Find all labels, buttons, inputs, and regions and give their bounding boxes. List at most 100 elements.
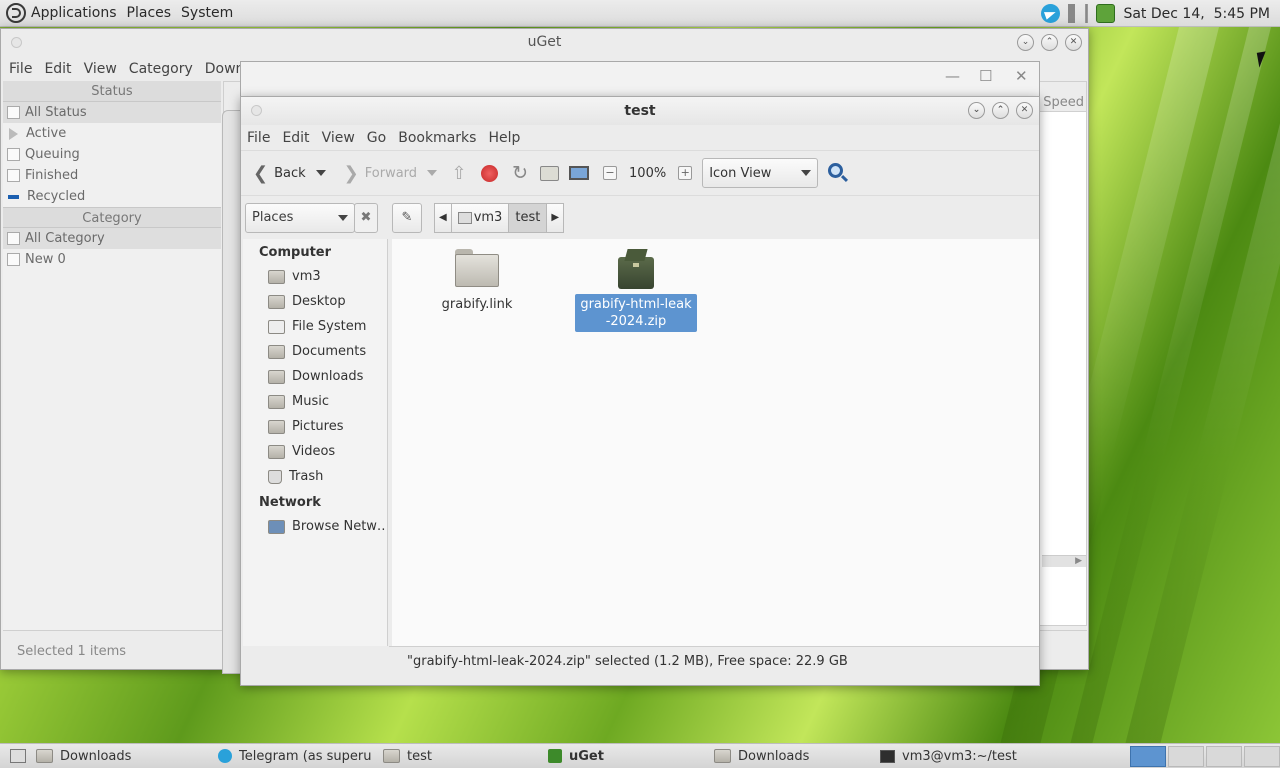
up-icon[interactable]: ⇧ bbox=[449, 163, 469, 184]
path-scroll-right[interactable]: ▶ bbox=[547, 202, 565, 233]
status-finished[interactable]: Finished bbox=[3, 165, 221, 186]
sidebar-mode-select[interactable]: Places bbox=[245, 202, 355, 233]
place-videos[interactable]: Videos bbox=[243, 439, 387, 464]
applications-menu[interactable]: Applications bbox=[26, 5, 122, 21]
home-icon[interactable] bbox=[540, 165, 560, 181]
file-icon-view[interactable]: grabify.link grabify-html-leak-2024.zip bbox=[392, 239, 1039, 646]
sidebar-mode-value: Places bbox=[252, 210, 294, 225]
close-icon[interactable]: ✕ bbox=[1015, 67, 1028, 85]
file-name: grabify.link bbox=[441, 297, 513, 312]
taskbar-item-downloads-2[interactable]: Downloads bbox=[704, 744, 870, 768]
place-label: Browse Netw… bbox=[292, 519, 387, 534]
status-header: Status bbox=[3, 81, 221, 102]
minimize-icon[interactable]: ⌄ bbox=[1017, 34, 1034, 51]
path-button-vm3[interactable]: vm3 bbox=[451, 202, 510, 233]
menu-edit[interactable]: Edit bbox=[276, 130, 315, 146]
workspace-4[interactable] bbox=[1244, 745, 1280, 767]
status-queuing[interactable]: Queuing bbox=[3, 144, 221, 165]
back-button[interactable]: ❮ Back bbox=[249, 157, 310, 189]
home-icon bbox=[457, 211, 472, 224]
queue-icon bbox=[7, 148, 20, 161]
category-all[interactable]: All Category bbox=[3, 228, 221, 249]
place-music[interactable]: Music bbox=[243, 389, 387, 414]
workspace-2[interactable] bbox=[1168, 745, 1204, 767]
file-item-grabify-zip[interactable]: grabify-html-leak-2024.zip bbox=[575, 249, 697, 332]
uget-tray-icon[interactable] bbox=[1096, 4, 1116, 23]
place-label: Videos bbox=[292, 444, 336, 459]
reload-icon[interactable]: ↻ bbox=[510, 163, 530, 183]
close-icon[interactable]: ✕ bbox=[1065, 34, 1082, 51]
uget-menu-category[interactable]: Category bbox=[123, 61, 199, 77]
maximize-icon[interactable]: ⌃ bbox=[992, 102, 1009, 119]
back-history-dropdown[interactable] bbox=[315, 170, 326, 176]
status-active[interactable]: Active bbox=[3, 123, 221, 144]
taskbar-item-test[interactable]: test bbox=[373, 744, 538, 768]
uget-menu-edit[interactable]: Edit bbox=[38, 61, 77, 77]
zoom-level[interactable]: 100% bbox=[629, 166, 666, 181]
system-menu[interactable]: System bbox=[176, 5, 238, 21]
uget-menu-file[interactable]: File bbox=[3, 61, 38, 77]
category-new[interactable]: New 0 bbox=[3, 249, 221, 270]
minimize-icon[interactable]: ⌄ bbox=[968, 102, 985, 119]
window-menu-icon[interactable] bbox=[251, 105, 262, 116]
menu-file[interactable]: File bbox=[241, 130, 276, 146]
mate-logo-icon[interactable] bbox=[6, 3, 26, 23]
places-menu[interactable]: Places bbox=[122, 5, 177, 21]
blank-window[interactable]: — ☐ ✕ bbox=[240, 61, 1040, 97]
taskbar-item-downloads[interactable]: Downloads bbox=[26, 744, 208, 768]
place-trash[interactable]: Trash bbox=[243, 464, 387, 489]
place-label: Downloads bbox=[292, 369, 364, 384]
volume-icon[interactable] bbox=[1068, 4, 1089, 23]
file-item-grabify-link[interactable]: grabify.link bbox=[416, 249, 538, 315]
location-bar: Places ✖ ✎ ◀ vm3 test ▶ bbox=[241, 195, 1039, 239]
place-downloads[interactable]: Downloads bbox=[243, 364, 387, 389]
uget-menu-view[interactable]: View bbox=[78, 61, 123, 77]
telegram-tray-icon[interactable] bbox=[1041, 4, 1061, 23]
taskbar-item-terminal[interactable]: vm3@vm3:~/test bbox=[870, 744, 1120, 768]
path-button-test[interactable]: test bbox=[509, 202, 548, 233]
file-manager-title: test bbox=[624, 103, 656, 119]
category-label: New 0 bbox=[25, 252, 66, 267]
uget-titlebar[interactable]: uGet ⌄ ⌃ ✕ bbox=[1, 29, 1088, 55]
stop-icon[interactable] bbox=[481, 164, 499, 182]
place-vm3[interactable]: vm3 bbox=[243, 264, 387, 289]
folder-icon bbox=[383, 749, 400, 763]
place-label: vm3 bbox=[292, 269, 321, 284]
workspace-1[interactable] bbox=[1130, 745, 1166, 767]
maximize-icon[interactable]: ⌃ bbox=[1041, 34, 1058, 51]
minimize-icon[interactable]: — bbox=[945, 67, 960, 85]
close-icon[interactable]: ✕ bbox=[1016, 102, 1033, 119]
workspace-3[interactable] bbox=[1206, 745, 1242, 767]
task-label: test bbox=[407, 748, 432, 764]
folder-icon bbox=[714, 749, 731, 763]
menu-bookmarks[interactable]: Bookmarks bbox=[392, 130, 482, 146]
close-sidebar-icon[interactable]: ✖ bbox=[354, 202, 378, 233]
file-manager-titlebar[interactable]: test ⌄ ⌃ ✕ bbox=[241, 97, 1039, 125]
show-desktop-icon[interactable] bbox=[10, 749, 26, 763]
status-all[interactable]: All Status bbox=[3, 102, 221, 123]
computer-icon[interactable] bbox=[569, 166, 590, 180]
taskbar-item-uget[interactable]: uGet bbox=[538, 744, 704, 768]
view-mode-select[interactable]: Icon View bbox=[702, 158, 819, 188]
forward-history-dropdown[interactable] bbox=[427, 170, 438, 176]
menu-go[interactable]: Go bbox=[361, 130, 392, 146]
path-scroll-left[interactable]: ◀ bbox=[434, 202, 452, 233]
menu-view[interactable]: View bbox=[316, 130, 361, 146]
forward-button[interactable]: ❯ Forward bbox=[340, 157, 421, 189]
clock[interactable]: Sat Dec 14, 5:45 PM bbox=[1123, 6, 1270, 22]
status-recycled[interactable]: Recycled bbox=[3, 186, 221, 207]
place-browse-network[interactable]: Browse Netw… bbox=[243, 514, 387, 539]
zoom-out-icon[interactable]: − bbox=[603, 166, 618, 180]
place-file-system[interactable]: File System bbox=[243, 314, 387, 339]
search-icon[interactable] bbox=[828, 163, 849, 183]
location-toggle-icon[interactable]: ✎ bbox=[392, 202, 422, 233]
place-desktop[interactable]: Desktop bbox=[243, 289, 387, 314]
place-documents[interactable]: Documents bbox=[243, 339, 387, 364]
horizontal-scrollbar[interactable]: ▶ bbox=[1042, 555, 1086, 567]
zoom-in-icon[interactable]: + bbox=[678, 166, 693, 180]
maximize-icon[interactable]: ☐ bbox=[979, 67, 992, 85]
window-menu-icon[interactable] bbox=[11, 37, 22, 48]
place-pictures[interactable]: Pictures bbox=[243, 414, 387, 439]
taskbar-item-telegram[interactable]: Telegram (as superu… bbox=[208, 744, 373, 768]
menu-help[interactable]: Help bbox=[482, 130, 526, 146]
